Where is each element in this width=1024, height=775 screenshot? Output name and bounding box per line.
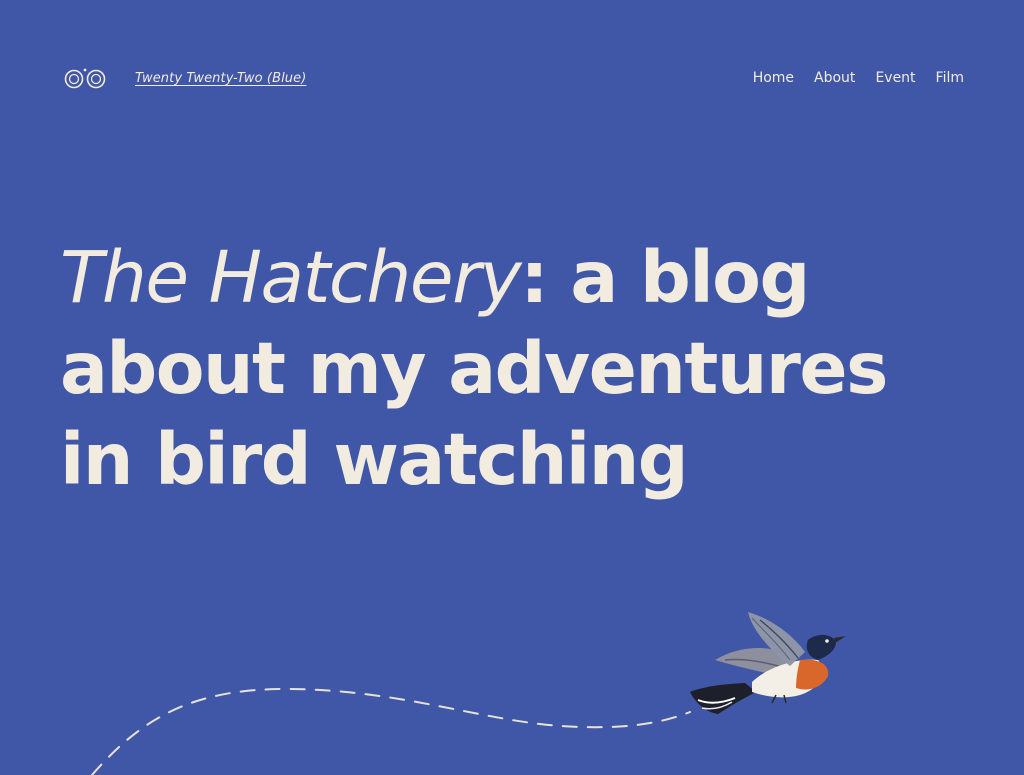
bird-illustration bbox=[91, 612, 846, 775]
dashed-flight-path bbox=[91, 687, 691, 775]
nav-item-home[interactable]: Home bbox=[753, 70, 794, 86]
site-branding: Twenty Twenty-Two (Blue) bbox=[64, 66, 306, 90]
flying-bird-icon bbox=[690, 612, 846, 714]
nav-item-about[interactable]: About bbox=[814, 70, 855, 86]
hero-heading-emphasis: The Hatchery bbox=[60, 236, 522, 319]
nav-item-event[interactable]: Event bbox=[875, 70, 915, 86]
site-title-link[interactable]: Twenty Twenty-Two (Blue) bbox=[135, 71, 306, 86]
page: Twenty Twenty-Two (Blue) Home About Even… bbox=[0, 0, 1024, 775]
binoculars-icon[interactable] bbox=[64, 66, 108, 90]
nav-item-film[interactable]: Film bbox=[936, 70, 964, 86]
hero-heading: The Hatchery: a blog about my adventures… bbox=[60, 232, 980, 505]
primary-navigation: Home About Event Film bbox=[753, 70, 964, 86]
site-header: Twenty Twenty-Two (Blue) Home About Even… bbox=[64, 62, 964, 94]
